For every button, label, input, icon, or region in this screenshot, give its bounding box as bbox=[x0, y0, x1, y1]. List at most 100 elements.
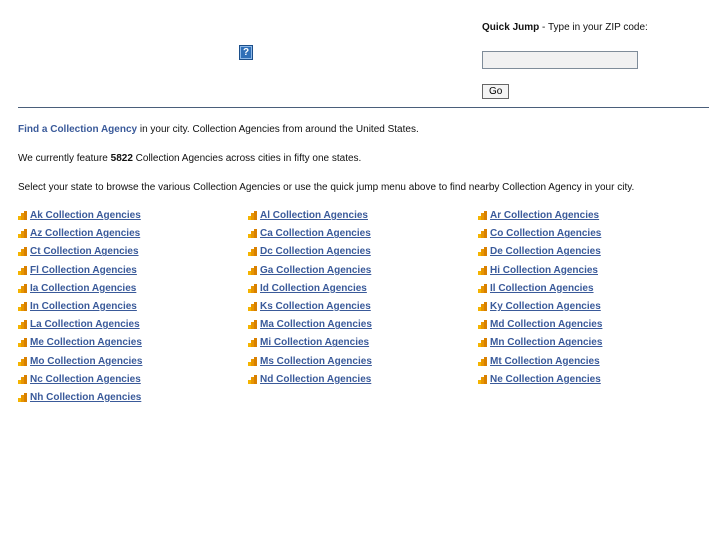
agency-count: 5822 bbox=[110, 153, 133, 164]
go-button[interactable]: Go bbox=[482, 84, 510, 99]
state-link-nd[interactable]: Nd Collection Agencies bbox=[248, 374, 371, 385]
divider bbox=[18, 107, 709, 108]
state-link-nh[interactable]: Nh Collection Agencies bbox=[18, 392, 141, 403]
state-link-in[interactable]: In Collection Agencies bbox=[18, 301, 137, 312]
bar-chart-icon bbox=[18, 393, 27, 402]
bar-chart-icon bbox=[248, 338, 257, 348]
bar-chart-icon bbox=[18, 356, 27, 366]
state-link-label: Ma Collection Agencies bbox=[260, 319, 372, 331]
state-link-ca[interactable]: Ca Collection Agencies bbox=[248, 228, 371, 239]
bar-chart-icon bbox=[18, 338, 27, 348]
state-link-mn[interactable]: Mn Collection Agencies bbox=[478, 337, 602, 348]
bar-chart-icon bbox=[18, 283, 27, 293]
zip-input[interactable] bbox=[482, 51, 638, 69]
find-agency-link[interactable]: Find a Collection Agency bbox=[18, 124, 137, 135]
bar-chart-icon bbox=[478, 320, 487, 330]
state-link-label: Co Collection Agencies bbox=[490, 228, 602, 240]
state-link-label: Il Collection Agencies bbox=[490, 282, 594, 294]
state-link-al[interactable]: Al Collection Agencies bbox=[248, 210, 368, 221]
bar-chart-icon bbox=[248, 211, 257, 220]
state-link-hi[interactable]: Hi Collection Agencies bbox=[478, 265, 598, 276]
intro-line-2: We currently feature 5822 Collection Age… bbox=[18, 153, 361, 164]
bar-chart-icon bbox=[18, 247, 27, 257]
bar-chart-icon bbox=[248, 374, 257, 384]
bar-chart-icon bbox=[248, 356, 257, 366]
state-link-label: Ne Collection Agencies bbox=[490, 373, 601, 385]
state-link-fl[interactable]: Fl Collection Agencies bbox=[18, 265, 137, 276]
state-link-ne[interactable]: Ne Collection Agencies bbox=[478, 374, 601, 385]
quick-jump-instruction: - Type in your ZIP code: bbox=[539, 22, 648, 33]
state-link-label: Ca Collection Agencies bbox=[260, 228, 371, 240]
bar-chart-icon bbox=[248, 229, 257, 239]
state-link-ms[interactable]: Ms Collection Agencies bbox=[248, 356, 372, 367]
state-link-md[interactable]: Md Collection Agencies bbox=[478, 319, 602, 330]
state-link-de[interactable]: De Collection Agencies bbox=[478, 246, 601, 257]
bar-chart-icon bbox=[478, 302, 487, 311]
state-link-ga[interactable]: Ga Collection Agencies bbox=[248, 265, 371, 276]
state-link-label: Md Collection Agencies bbox=[490, 319, 603, 331]
bar-chart-icon bbox=[478, 338, 487, 348]
state-link-label: Ms Collection Agencies bbox=[260, 355, 372, 367]
state-link-label: Ks Collection Agencies bbox=[260, 301, 371, 312]
state-link-la[interactable]: La Collection Agencies bbox=[18, 319, 140, 330]
quick-jump: Quick Jump - Type in your ZIP code: bbox=[482, 22, 648, 33]
state-link-az[interactable]: Az Collection Agencies bbox=[18, 228, 140, 239]
state-link-label: Ia Collection Agencies bbox=[30, 282, 137, 294]
bar-chart-icon bbox=[248, 247, 257, 257]
state-link-il[interactable]: Il Collection Agencies bbox=[478, 283, 594, 294]
state-link-label: Az Collection Agencies bbox=[30, 228, 141, 240]
state-link-label: Dc Collection Agencies bbox=[260, 246, 371, 258]
state-link-ky[interactable]: Ky Collection Agencies bbox=[478, 301, 601, 312]
state-link-dc[interactable]: Dc Collection Agencies bbox=[248, 246, 371, 257]
state-link-label: Mi Collection Agencies bbox=[260, 337, 370, 349]
state-link-ak[interactable]: Ak Collection Agencies bbox=[18, 210, 141, 221]
state-link-mo[interactable]: Mo Collection Agencies bbox=[18, 356, 142, 367]
state-link-id[interactable]: Id Collection Agencies bbox=[248, 283, 367, 294]
state-link-label: Ky Collection Agencies bbox=[490, 301, 601, 312]
bar-chart-icon bbox=[248, 283, 257, 293]
quick-jump-label: Quick Jump bbox=[482, 22, 540, 33]
help-icon[interactable]: ? bbox=[239, 45, 253, 60]
bar-chart-icon bbox=[478, 356, 487, 366]
state-link-ct[interactable]: Ct Collection Agencies bbox=[18, 246, 139, 257]
bar-chart-icon bbox=[248, 265, 257, 275]
bar-chart-icon bbox=[478, 229, 487, 239]
state-link-nc[interactable]: Nc Collection Agencies bbox=[18, 374, 141, 385]
state-link-label: Ar Collection Agencies bbox=[490, 210, 600, 221]
bar-chart-icon bbox=[478, 283, 487, 293]
bar-chart-icon bbox=[18, 211, 27, 220]
bar-chart-icon bbox=[248, 320, 257, 330]
state-link-label: Hi Collection Agencies bbox=[490, 264, 598, 276]
state-link-label: De Collection Agencies bbox=[490, 246, 601, 258]
state-link-label: Nd Collection Agencies bbox=[260, 373, 372, 385]
state-link-label: Fl Collection Agencies bbox=[30, 264, 137, 276]
state-link-ma[interactable]: Ma Collection Agencies bbox=[248, 319, 372, 330]
state-link-label: In Collection Agencies bbox=[30, 301, 137, 312]
state-link-label: Mo Collection Agencies bbox=[30, 355, 143, 367]
state-link-label: Mn Collection Agencies bbox=[490, 337, 603, 349]
bar-chart-icon bbox=[18, 265, 27, 275]
state-link-label: Nc Collection Agencies bbox=[30, 373, 141, 385]
intro-line-2-b: Collection Agencies across cities in fif… bbox=[132, 153, 362, 164]
state-link-ks[interactable]: Ks Collection Agencies bbox=[248, 301, 371, 312]
quick-jump-title: Quick Jump - Type in your ZIP code: bbox=[482, 22, 648, 33]
state-link-label: Al Collection Agencies bbox=[260, 210, 368, 221]
intro-line-1: Find a Collection Agency in your city. C… bbox=[18, 124, 419, 135]
state-link-mi[interactable]: Mi Collection Agencies bbox=[248, 337, 369, 348]
state-link-me[interactable]: Me Collection Agencies bbox=[18, 337, 142, 348]
intro-line-3: Select your state to browse the various … bbox=[18, 182, 635, 193]
state-link-label: La Collection Agencies bbox=[30, 319, 140, 331]
bar-chart-icon bbox=[18, 320, 27, 330]
bar-chart-icon bbox=[18, 302, 27, 311]
state-link-label: Mt Collection Agencies bbox=[490, 355, 600, 367]
state-link-ia[interactable]: Ia Collection Agencies bbox=[18, 283, 136, 294]
state-link-mt[interactable]: Mt Collection Agencies bbox=[478, 356, 600, 367]
state-link-ar[interactable]: Ar Collection Agencies bbox=[478, 210, 599, 221]
state-link-co[interactable]: Co Collection Agencies bbox=[478, 228, 601, 239]
bar-chart-icon bbox=[18, 374, 27, 384]
intro-line-2-a: We currently feature bbox=[18, 153, 111, 164]
state-link-label: Me Collection Agencies bbox=[30, 337, 142, 349]
intro-line-1-text: in your city. Collection Agencies from a… bbox=[137, 124, 419, 135]
bar-chart-icon bbox=[478, 211, 487, 220]
state-link-label: Id Collection Agencies bbox=[260, 282, 367, 294]
